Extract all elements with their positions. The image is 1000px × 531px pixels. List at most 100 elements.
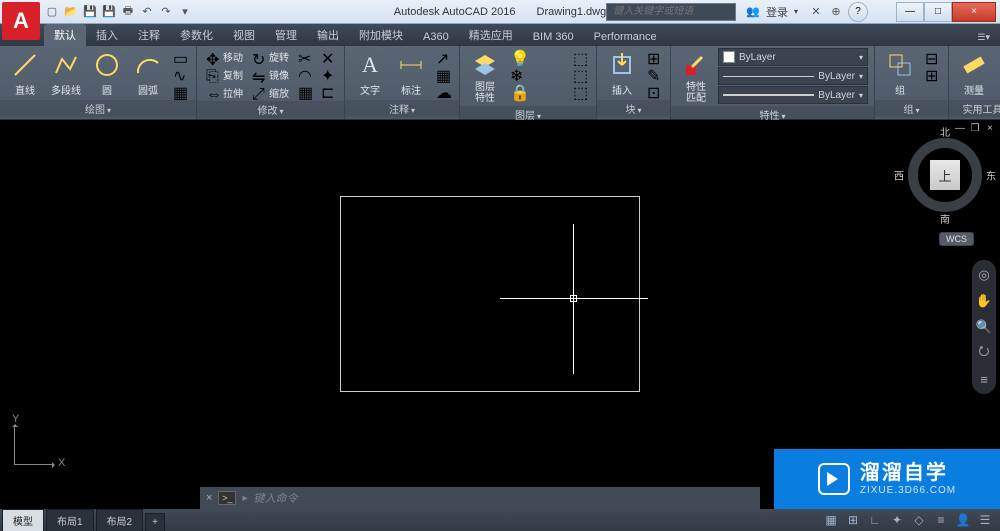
user-signin[interactable]: 👥 登录 ▾: [740, 4, 804, 20]
tab-model[interactable]: 模型: [2, 509, 44, 531]
panel-group-title[interactable]: 组▾: [875, 100, 948, 117]
block-create[interactable]: ⊞: [644, 48, 664, 64]
layer-combo2[interactable]: ❄: [507, 65, 567, 81]
panel-modify-title[interactable]: 修改▾: [197, 101, 344, 118]
search-input[interactable]: [606, 3, 736, 21]
mirror-button[interactable]: ⇋镜像: [249, 66, 292, 83]
tab-add-layout[interactable]: +: [145, 513, 165, 531]
qat-redo-icon[interactable]: ↷: [158, 3, 174, 19]
tab-featured[interactable]: 精选应用: [459, 24, 523, 46]
doc-restore-button[interactable]: ❐: [969, 122, 981, 134]
viewcube[interactable]: 上 北 南 东 西: [908, 138, 982, 212]
circle-button[interactable]: 圆: [88, 48, 126, 99]
panel-annotate-title[interactable]: 注释▾: [345, 100, 459, 117]
cmdline-prompt-icon[interactable]: >_: [218, 491, 236, 505]
tab-default[interactable]: 默认: [44, 24, 86, 46]
linetype-dropdown[interactable]: ByLayer▾: [718, 67, 868, 85]
nav-pan-icon[interactable]: ✋: [975, 292, 993, 310]
panel-block-title[interactable]: 块▾: [597, 100, 670, 117]
text-button[interactable]: A文字: [351, 48, 389, 99]
wcs-badge[interactable]: WCS: [939, 232, 974, 246]
qat-open-icon[interactable]: 📂: [63, 3, 79, 19]
mod-extra2[interactable]: ✦: [318, 65, 338, 81]
stayconn-icon[interactable]: ⊕: [828, 4, 844, 20]
scale-button[interactable]: ⤢缩放: [249, 84, 292, 101]
layer-tool3[interactable]: ⬚: [570, 82, 590, 98]
app-menu-button[interactable]: A: [2, 2, 40, 40]
lineweight-dropdown[interactable]: ByLayer▾: [718, 86, 868, 104]
viewcube-east[interactable]: 东: [986, 168, 996, 183]
status-lwt-icon[interactable]: ≡: [932, 511, 950, 529]
cmdline-close-icon[interactable]: ×: [206, 492, 212, 504]
qat-undo-icon[interactable]: ↶: [139, 3, 155, 19]
doc-close-button[interactable]: ×: [984, 122, 996, 134]
dim-button[interactable]: 标注: [392, 48, 430, 99]
status-annotation-icon[interactable]: 👤: [954, 511, 972, 529]
nav-orbit-icon[interactable]: ⭮: [975, 344, 993, 362]
mod-extra3[interactable]: ⊏: [318, 82, 338, 98]
qat-save-icon[interactable]: 💾: [82, 3, 98, 19]
doc-minimize-button[interactable]: —: [954, 122, 966, 134]
maximize-button[interactable]: □: [924, 2, 952, 22]
arc-button[interactable]: 圆弧: [129, 48, 167, 99]
draw-misc3[interactable]: ▦: [170, 82, 190, 98]
layer-properties-button[interactable]: 图层 特性: [466, 48, 504, 106]
qat-dropdown-icon[interactable]: ▾: [177, 3, 193, 19]
tab-bim360[interactable]: BIM 360: [523, 28, 584, 46]
tab-performance[interactable]: Performance: [584, 28, 667, 46]
color-dropdown[interactable]: ByLayer▾: [718, 48, 868, 66]
panel-draw-title[interactable]: 绘图▾: [0, 100, 196, 117]
tab-output[interactable]: 输出: [307, 24, 349, 46]
qat-saveas-icon[interactable]: 💾: [101, 3, 117, 19]
help-button[interactable]: ?: [848, 2, 868, 22]
fillet-button[interactable]: ◠: [295, 65, 315, 81]
mod-extra1[interactable]: ✕: [318, 48, 338, 64]
match-properties-button[interactable]: 特性 匹配: [677, 48, 715, 106]
tab-addins[interactable]: 附加模块: [349, 24, 413, 46]
qat-new-icon[interactable]: ▢: [44, 3, 60, 19]
viewcube-north[interactable]: 北: [940, 124, 950, 139]
status-snap-icon[interactable]: ⊞: [844, 511, 862, 529]
qat-plot-icon[interactable]: 🖶: [120, 3, 136, 19]
leader-button[interactable]: ↗: [433, 48, 453, 64]
cloud-button[interactable]: ☁: [433, 82, 453, 98]
polyline-button[interactable]: 多段线: [47, 48, 85, 99]
copy-button[interactable]: ⎘复制: [203, 66, 246, 83]
status-polar-icon[interactable]: ✦: [888, 511, 906, 529]
layer-tool1[interactable]: ⬚: [570, 48, 590, 64]
nav-zoom-icon[interactable]: 🔍: [975, 318, 993, 336]
status-customize-icon[interactable]: ☰: [976, 511, 994, 529]
table-button[interactable]: ▦: [433, 65, 453, 81]
tab-view[interactable]: 视图: [223, 24, 265, 46]
insert-block-button[interactable]: 插入: [603, 48, 641, 99]
layer-combo3[interactable]: 🔒: [507, 82, 567, 98]
viewcube-west[interactable]: 西: [894, 168, 904, 183]
tab-layout2[interactable]: 布局2: [96, 509, 144, 531]
viewcube-south[interactable]: 南: [940, 211, 950, 226]
group-button[interactable]: 组: [881, 48, 919, 99]
tab-insert[interactable]: 插入: [86, 24, 128, 46]
tab-a360[interactable]: A360: [413, 28, 459, 46]
line-button[interactable]: 直线: [6, 48, 44, 99]
tab-annotate[interactable]: 注释: [128, 24, 170, 46]
status-osnap-icon[interactable]: ◇: [910, 511, 928, 529]
groupedit-button[interactable]: ⊞: [922, 65, 942, 81]
tab-manage[interactable]: 管理: [265, 24, 307, 46]
nav-wheel-icon[interactable]: ◎: [975, 266, 993, 284]
ungroup-button[interactable]: ⊟: [922, 48, 942, 64]
tab-expand-icon[interactable]: ☰▾: [967, 29, 1000, 46]
exchange-icon[interactable]: ✕: [808, 4, 824, 20]
util2[interactable]: ▤: [996, 65, 1000, 81]
command-line[interactable]: × >_ ▸ 键入命令: [200, 487, 760, 509]
array-button[interactable]: ▦: [295, 82, 315, 98]
tab-layout1[interactable]: 布局1: [46, 509, 94, 531]
panel-utilities-title[interactable]: 实用工具▾: [949, 100, 1000, 117]
stretch-button[interactable]: ⇔拉伸: [203, 84, 246, 101]
minimize-button[interactable]: —: [896, 2, 924, 22]
layer-tool2[interactable]: ⬚: [570, 65, 590, 81]
util1[interactable]: ⬚: [996, 48, 1000, 64]
trim-button[interactable]: ✂: [295, 48, 315, 64]
draw-misc2[interactable]: ∿: [170, 65, 190, 81]
block-attr[interactable]: ⊡: [644, 82, 664, 98]
rotate-button[interactable]: ↻旋转: [249, 48, 292, 65]
